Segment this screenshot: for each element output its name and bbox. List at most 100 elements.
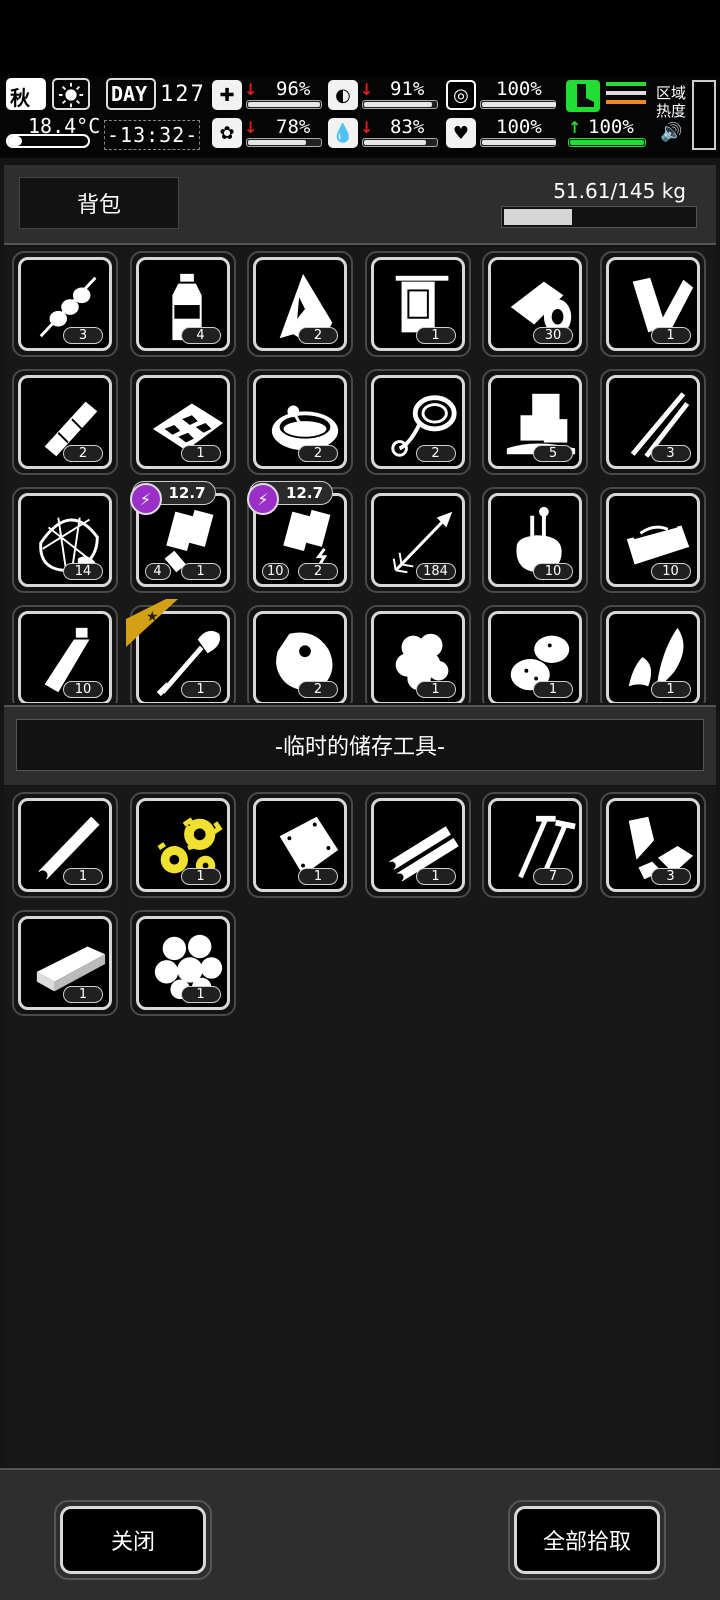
- thermometer-icon: [6, 134, 90, 148]
- backpack-slot[interactable]: 2: [247, 605, 353, 703]
- item-count: 1: [180, 445, 221, 462]
- slot-frame: 7: [488, 798, 582, 892]
- region-heat-meter: [692, 80, 716, 150]
- item-count: 1: [650, 681, 691, 698]
- backpack-slot[interactable]: 14: [12, 487, 118, 593]
- backpack-slot[interactable]: 184: [364, 487, 471, 593]
- backpack-slot[interactable]: 2 10 12.7 ⚡: [247, 481, 353, 593]
- storage-slot[interactable]: 7: [482, 792, 588, 898]
- slot-frame: 14: [18, 493, 112, 587]
- backpack-slot[interactable]: 30: [482, 251, 588, 357]
- close-button-label: 关闭: [60, 1506, 206, 1574]
- item-count: 1: [63, 986, 103, 1003]
- item-count: 1: [180, 986, 221, 1003]
- backpack-slot[interactable]: 1 4 12.7 ⚡: [129, 481, 236, 593]
- close-button[interactable]: 关闭: [54, 1500, 212, 1580]
- storage-grid[interactable]: 11117311: [4, 786, 716, 1466]
- stamina-value: 100%: [496, 78, 542, 100]
- clock-box: -13:32-: [104, 120, 200, 150]
- backpack-slot[interactable]: 1 ★: [125, 599, 236, 703]
- item-count: 184: [415, 563, 456, 580]
- backpack-slot[interactable]: 2: [247, 369, 353, 475]
- slot-frame: 3: [605, 375, 700, 469]
- weight-bar: [501, 206, 697, 228]
- slot-frame: 5: [488, 375, 582, 469]
- status-hud: 秋 18.4°C DAY 127 -13:32- ✚ ↓ 96% ◐ ↓ 91%…: [0, 76, 720, 158]
- clock-readout: -13:32-: [107, 123, 199, 147]
- storage-slot[interactable]: 1: [364, 792, 471, 898]
- slot-frame: 10: [488, 493, 582, 587]
- item-count: 2: [298, 327, 338, 344]
- storage-slot[interactable]: 1: [247, 792, 353, 898]
- heart-bar: [480, 138, 556, 147]
- item-count: 2: [298, 563, 338, 580]
- slot-frame: 10: [605, 493, 700, 587]
- health-value: 96%: [276, 78, 311, 100]
- item-count: 5: [533, 445, 573, 462]
- item-count: 1: [415, 327, 456, 344]
- backpack-slot[interactable]: 1: [599, 251, 706, 357]
- item-count: 2: [298, 445, 338, 462]
- backpack-slot[interactable]: 1: [364, 605, 471, 703]
- storage-slot[interactable]: 3: [599, 792, 706, 898]
- sanity-down-arrow: ↓: [244, 118, 258, 137]
- ammo-icon: ⚡: [247, 483, 279, 515]
- slot-frame: 1: [488, 611, 582, 703]
- backpack-tab[interactable]: 背包: [19, 177, 179, 229]
- backpack-slot[interactable]: 3: [12, 251, 118, 357]
- health-bar: [246, 100, 322, 109]
- day-label-box: DAY: [106, 78, 156, 110]
- backpack-slot[interactable]: 4: [129, 251, 236, 357]
- backpack-slot[interactable]: 1: [599, 605, 706, 703]
- item-count: 10: [650, 563, 691, 580]
- weight-readout: 51.61/145 kg: [553, 179, 686, 203]
- slot-frame: 1: [605, 611, 700, 703]
- take-all-button[interactable]: 全部拾取: [508, 1500, 666, 1580]
- thirst-value: 83%: [390, 116, 425, 138]
- backpack-slot[interactable]: 2: [364, 369, 471, 475]
- medkit-icon: ✚: [212, 80, 242, 110]
- item-count: 1: [298, 868, 338, 885]
- storage-slot[interactable]: 1: [129, 792, 236, 898]
- slot-frame: 1: [370, 257, 465, 351]
- storage-slot[interactable]: 1: [12, 910, 118, 1016]
- item-secondary-count: 4: [144, 563, 171, 580]
- item-count: 4: [180, 327, 221, 344]
- backpack-grid[interactable]: 3 4 2 1 30 1 2 1 2 2 5 3 14 1 4 12.7 ⚡ 2 10 12.7 ⚡ 184 10 10 10 1…: [4, 247, 716, 703]
- backpack-slot[interactable]: 1: [364, 251, 471, 357]
- item-count: 3: [63, 327, 103, 344]
- storage-slot[interactable]: 1: [129, 910, 236, 1016]
- backpack-slot[interactable]: 3: [599, 369, 706, 475]
- season-label: 秋: [10, 86, 30, 110]
- backpack-slot[interactable]: 5: [482, 369, 588, 475]
- hunger-bar: [362, 100, 438, 109]
- backpack-slot[interactable]: 1: [482, 605, 588, 703]
- speaker-icon[interactable]: 🔊: [660, 122, 682, 143]
- slot-frame: 1: [370, 798, 465, 892]
- backpack-slot[interactable]: 10: [12, 605, 118, 703]
- storage-slot[interactable]: 1: [12, 792, 118, 898]
- item-count: 1: [650, 327, 691, 344]
- slot-frame: 3: [18, 257, 112, 351]
- take-all-button-label: 全部拾取: [514, 1506, 660, 1574]
- storage-header: -临时的储存工具-: [4, 705, 716, 785]
- backpack-slot[interactable]: 2: [247, 251, 353, 357]
- slot-frame: 3: [605, 798, 700, 892]
- heart-value: 100%: [496, 116, 542, 138]
- backpack-slot[interactable]: 10: [482, 487, 588, 593]
- ammo-icon: ⚡: [129, 483, 162, 515]
- backpack-slot[interactable]: 10: [599, 487, 706, 593]
- slot-frame: 1: [18, 916, 112, 1010]
- speed-up-arrow: ↑: [568, 118, 582, 137]
- day-label: DAY: [111, 82, 148, 106]
- item-count: 1: [180, 868, 221, 885]
- item-count: 1: [415, 681, 456, 698]
- backpack-slot[interactable]: 2: [12, 369, 118, 475]
- backpack-slot[interactable]: 1: [129, 369, 236, 475]
- item-count: 2: [415, 445, 456, 462]
- backpack-header: 背包 51.61/145 kg: [4, 165, 716, 245]
- thirst-down-arrow: ↓: [360, 118, 374, 137]
- item-count: 3: [650, 868, 691, 885]
- speed-value: 100%: [588, 116, 634, 138]
- slot-frame: 30: [488, 257, 582, 351]
